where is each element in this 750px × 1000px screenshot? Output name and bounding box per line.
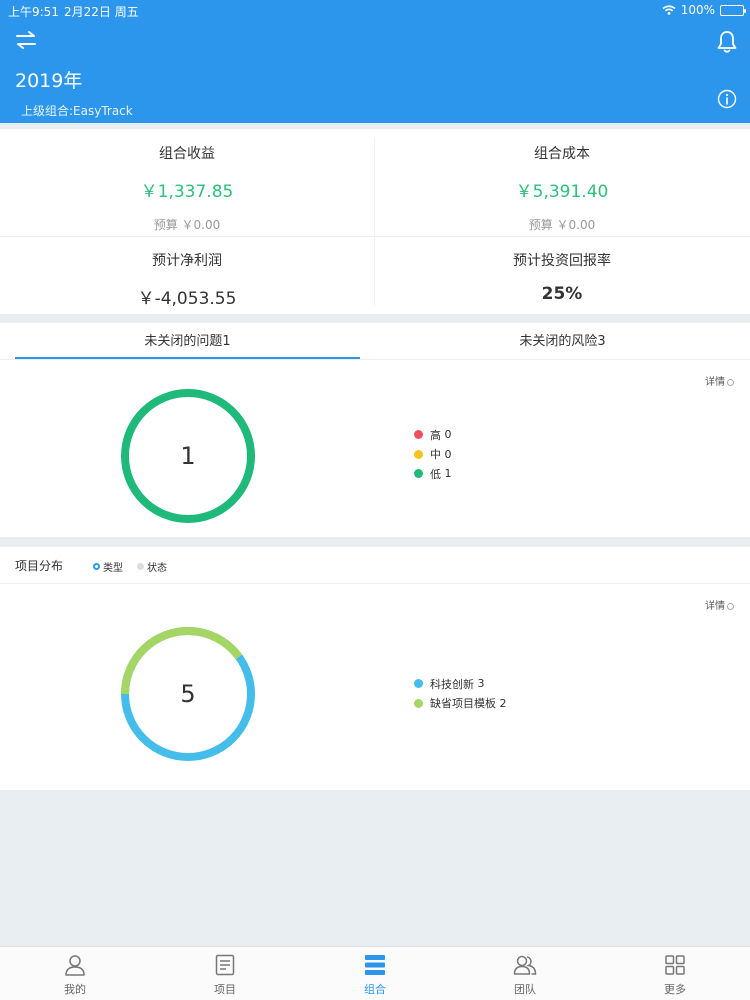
distribution-total: 5	[180, 680, 196, 708]
radio-status[interactable]: 状态	[137, 559, 167, 574]
legend-count: 2	[499, 696, 507, 710]
legend-label: 缺省项目模板	[430, 697, 496, 711]
radio-selected-icon	[93, 563, 100, 570]
legend-count: 3	[477, 677, 485, 691]
tab-more[interactable]: 更多	[600, 947, 750, 1000]
radio-unselected-icon	[137, 563, 144, 570]
tab-label: 项目	[214, 983, 236, 996]
divider	[0, 236, 750, 237]
page-title: 2019年	[15, 70, 83, 92]
legend-item: 低 1	[414, 464, 452, 484]
legend-dot-tech	[414, 679, 423, 689]
legend-count: 0	[444, 447, 452, 461]
status-time: 上午9:51	[8, 5, 59, 19]
divider	[0, 359, 750, 360]
status-right: 100%	[662, 3, 746, 17]
issues-total: 1	[180, 442, 196, 470]
wifi-icon	[662, 5, 676, 15]
cost-budget: 预算 ￥0.00	[528, 218, 596, 232]
status-date: 2月22日 周五	[64, 5, 139, 19]
tab-label: 团队	[514, 983, 536, 996]
battery-percent: 100%	[680, 3, 715, 17]
tab-label: 组合	[364, 983, 386, 996]
stats-card: 组合收益 ￥1,337.85 预算 ￥0.00 组合成本 ￥5,391.40 预…	[0, 129, 750, 314]
person-icon	[65, 955, 85, 976]
tab-portfolio[interactable]: 组合	[300, 947, 450, 1000]
legend-label: 科技创新	[430, 677, 474, 691]
income-value: ￥1,337.85	[140, 182, 234, 202]
tab-mine[interactable]: 我的	[0, 947, 150, 1000]
roi-label: 预计投资回报率	[513, 253, 611, 269]
legend-item: 高 0	[414, 425, 452, 445]
grid-icon	[665, 955, 685, 975]
details-label: 详情	[705, 377, 725, 388]
net-profit-value: ￥-4,053.55	[137, 289, 237, 309]
radio-type[interactable]: 类型	[93, 559, 123, 574]
net-profit-stat: 预计净利润 ￥-4,053.55	[0, 250, 374, 309]
distribution-title: 项目分布	[15, 559, 64, 573]
legend-item: 科技创新 3	[414, 674, 507, 694]
status-bar: 上午9:51 2月22日 周五 100%	[0, 0, 750, 20]
distribution-legend: 科技创新 3 缺省项目模板 2	[414, 674, 507, 713]
chevron-right-icon	[727, 378, 734, 386]
tab-team[interactable]: 团队	[450, 947, 600, 1000]
legend-label: 高	[430, 428, 441, 442]
details-label: 详情	[705, 601, 725, 612]
cost-stat: 组合成本 ￥5,391.40 预算 ￥0.00	[375, 143, 749, 233]
divider	[0, 583, 750, 584]
team-icon	[513, 955, 537, 975]
legend-dot-medium	[414, 449, 423, 459]
battery-icon	[720, 4, 746, 16]
tab-open-risks[interactable]: 未关闭的风险3	[375, 323, 750, 359]
legend-item: 缺省项目模板 2	[414, 694, 507, 714]
app-header: 上午9:51 2月22日 周五 100% 2019年 上级组合:EasyTrac…	[0, 0, 750, 123]
issues-details-link[interactable]: 详情	[705, 373, 734, 388]
income-label: 组合收益	[159, 146, 215, 162]
legend-dot-high	[414, 430, 423, 440]
radio-label: 类型	[103, 563, 123, 574]
cost-value: ￥5,391.40	[515, 182, 609, 202]
parent-group-label[interactable]: 上级组合:EasyTrack	[21, 102, 133, 119]
clipboard-icon	[215, 954, 235, 976]
legend-item: 中 0	[414, 445, 452, 465]
legend-dot-low	[414, 469, 423, 479]
bottom-tab-bar: 我的 项目 组合 团队 更多	[0, 946, 750, 1000]
tab-projects[interactable]: 项目	[150, 947, 300, 1000]
tab-label: 我的	[64, 983, 86, 996]
tab-label: 更多	[664, 983, 686, 996]
legend-dot-default	[414, 698, 423, 708]
info-icon[interactable]	[717, 89, 737, 109]
swap-icon[interactable]	[14, 30, 38, 50]
income-stat: 组合收益 ￥1,337.85 预算 ￥0.00	[0, 143, 374, 233]
legend-count: 0	[444, 428, 452, 442]
cost-label: 组合成本	[534, 146, 590, 162]
stack-icon	[365, 955, 385, 975]
legend-label: 低	[430, 467, 441, 481]
issues-legend: 高 0 中 0 低 1	[414, 425, 452, 484]
radio-label: 状态	[147, 563, 167, 574]
chevron-right-icon	[727, 602, 734, 610]
project-distribution-card: 项目分布 类型 状态 详情 5 科技创新 3 缺省项目模板 2	[0, 547, 750, 790]
issues-card: 未关闭的问题1 未关闭的风险3 详情 1 高 0 中 0 低 1	[0, 323, 750, 537]
tab-open-issues[interactable]: 未关闭的问题1	[15, 323, 360, 359]
net-profit-label: 预计净利润	[152, 253, 222, 269]
legend-label: 中	[430, 448, 441, 462]
distribution-details-link[interactable]: 详情	[705, 597, 734, 612]
legend-count: 1	[444, 467, 452, 481]
roi-value: 25%	[541, 284, 583, 304]
divider	[374, 137, 375, 305]
roi-stat: 预计投资回报率 25%	[375, 250, 749, 304]
bell-icon[interactable]	[716, 30, 738, 54]
income-budget: 预算 ￥0.00	[153, 218, 221, 232]
